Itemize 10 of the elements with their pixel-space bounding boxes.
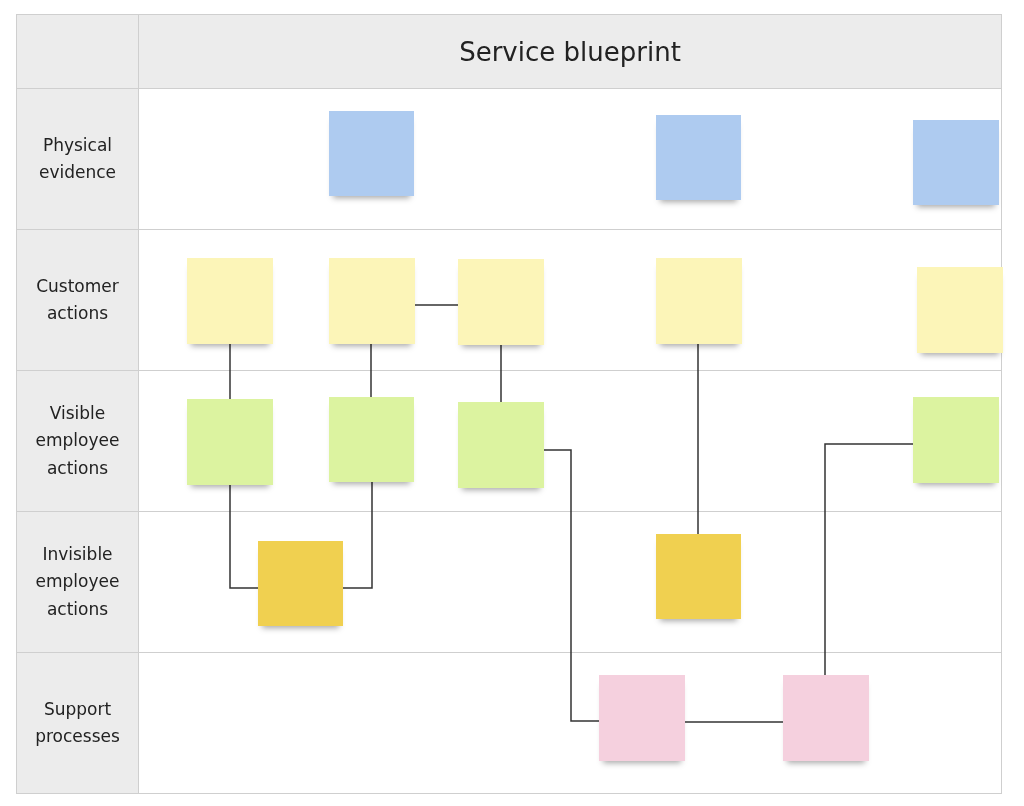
connector-line — [370, 343, 372, 398]
lane-label: Customer actions — [35, 274, 120, 325]
connector-line — [229, 343, 231, 400]
connector-line — [500, 344, 502, 403]
lane-label: Invisible employee actions — [34, 543, 121, 621]
lane-label: Physical evidence — [37, 133, 118, 184]
lane-label: Visible employee actions — [34, 402, 121, 480]
lane-label: Support processes — [34, 697, 121, 748]
diagram-title: Service blueprint — [459, 36, 681, 67]
connector-line — [414, 304, 459, 306]
